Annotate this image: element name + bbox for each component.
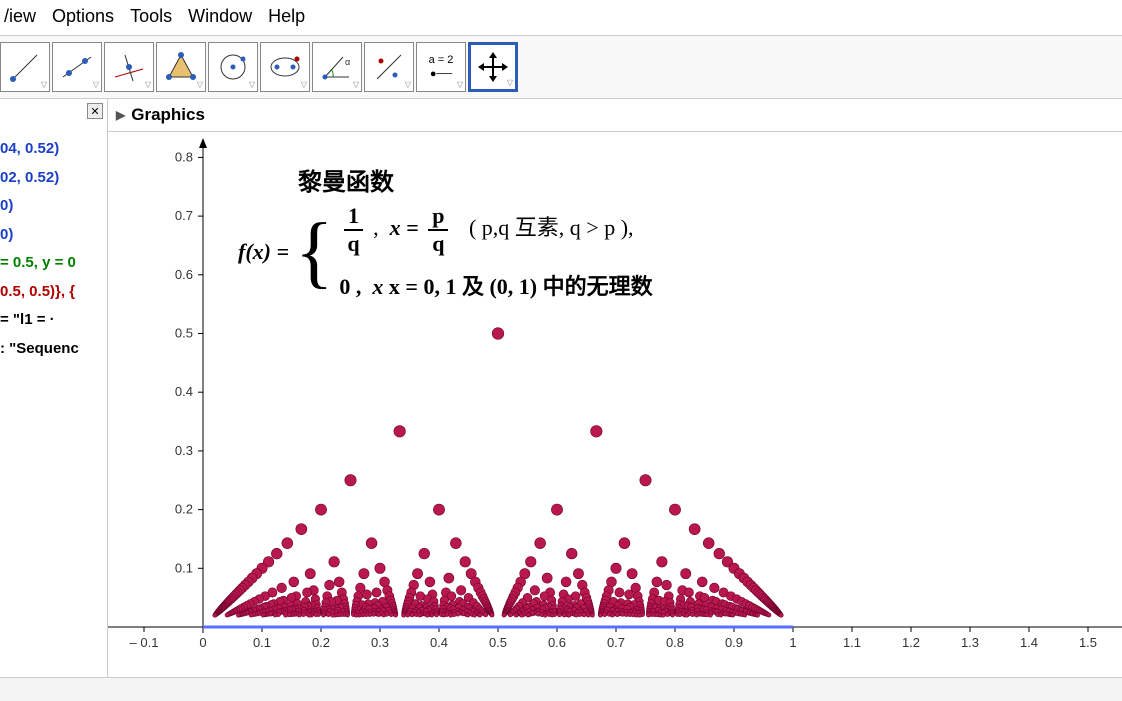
svg-text:1.4: 1.4 <box>1020 635 1038 650</box>
svg-text:0.5: 0.5 <box>489 635 507 650</box>
svg-text:0.1: 0.1 <box>253 635 271 650</box>
ellipse-tool[interactable]: ▽ <box>260 42 310 92</box>
angle-icon: α <box>319 49 355 85</box>
polygon-tool[interactable]: ▽ <box>156 42 206 92</box>
svg-text:0.7: 0.7 <box>175 208 193 223</box>
algebra-item[interactable]: 0) <box>0 221 107 250</box>
svg-text:0.3: 0.3 <box>175 443 193 458</box>
svg-text:α: α <box>345 57 350 67</box>
ellipse-icon <box>267 49 303 85</box>
move-graphics-tool[interactable]: ▽ <box>468 42 518 92</box>
algebra-item[interactable]: = "l1 = · <box>0 306 107 335</box>
menu-options[interactable]: Options <box>48 4 118 29</box>
algebra-item[interactable]: : "Sequenc <box>0 335 107 364</box>
perpendicular-tool[interactable]: ▽ <box>104 42 154 92</box>
menu-help[interactable]: Help <box>264 4 309 29</box>
polygon-icon <box>163 49 199 85</box>
status-bar <box>0 677 1122 701</box>
move-graphics-icon <box>478 52 508 82</box>
menu-window[interactable]: Window <box>184 4 256 29</box>
graphics-panel: ▶ Graphics – 0.1 0 0.1 0.2 0.3 0.4 0.5 0.6 0.7 0.… <box>108 99 1122 700</box>
svg-text:1: 1 <box>789 635 796 650</box>
svg-text:0.2: 0.2 <box>175 502 193 517</box>
menu-bar: /iew Options Tools Window Help <box>0 0 1122 36</box>
svg-text:0.8: 0.8 <box>666 635 684 650</box>
line-tool[interactable]: ▽ <box>52 42 102 92</box>
workspace: ✕ 04, 0.52) 02, 0.52) 0) 0) = 0.5, y = 0… <box>0 99 1122 700</box>
slider-tool[interactable]: a = 2 ●── ▽ <box>416 42 466 92</box>
svg-text:0.4: 0.4 <box>175 384 193 399</box>
perpendicular-icon <box>111 49 147 85</box>
svg-text:0.6: 0.6 <box>548 635 566 650</box>
svg-text:1.5: 1.5 <box>1079 635 1097 650</box>
algebra-item[interactable]: 04, 0.52) <box>0 135 107 164</box>
svg-text:0.3: 0.3 <box>371 635 389 650</box>
svg-text:0.6: 0.6 <box>175 267 193 282</box>
graphics-title: Graphics <box>131 105 205 125</box>
angle-tool[interactable]: α▽ <box>312 42 362 92</box>
algebra-item[interactable]: 0.5, 0.5)}, { <box>0 278 107 307</box>
formula-label: 黎曼函数 f(x) = { 1q , x = pq ( p,q 互素, q > … <box>238 162 653 301</box>
close-icon: ✕ <box>90 105 99 118</box>
graphics-canvas[interactable]: – 0.1 0 0.1 0.2 0.3 0.4 0.5 0.6 0.7 0.8 0.9 1 1.1 1.2… <box>108 132 1122 700</box>
slider-icon: a = 2 ●── <box>429 54 454 80</box>
algebra-item[interactable]: 0) <box>0 192 107 221</box>
reflect-icon <box>371 49 407 85</box>
svg-text:0: 0 <box>199 635 206 650</box>
svg-text:1.1: 1.1 <box>843 635 861 650</box>
algebra-item[interactable]: = 0.5, y = 0 <box>0 249 107 278</box>
svg-text:– 0.1: – 0.1 <box>130 635 159 650</box>
circle-tool[interactable]: ▽ <box>208 42 258 92</box>
menu-tools[interactable]: Tools <box>126 4 176 29</box>
svg-text:0.1: 0.1 <box>175 560 193 575</box>
algebra-panel: ✕ 04, 0.52) 02, 0.52) 0) 0) = 0.5, y = 0… <box>0 99 108 700</box>
algebra-item[interactable]: 02, 0.52) <box>0 164 107 193</box>
toolbar: ▽ ▽ ▽ ▽ ▽ ▽ α▽ ▽ a = 2 ●── ▽ ▽ <box>0 36 1122 99</box>
close-panel-button[interactable]: ✕ <box>87 103 103 119</box>
line-icon <box>59 49 95 85</box>
svg-text:0.2: 0.2 <box>312 635 330 650</box>
svg-text:0.4: 0.4 <box>430 635 448 650</box>
svg-text:1.2: 1.2 <box>902 635 920 650</box>
svg-text:0.5: 0.5 <box>175 326 193 341</box>
svg-text:0.9: 0.9 <box>725 635 743 650</box>
graphics-header[interactable]: ▶ Graphics <box>108 99 1122 132</box>
algebra-items: 04, 0.52) 02, 0.52) 0) 0) = 0.5, y = 0 0… <box>0 99 107 363</box>
expand-triangle-icon: ▶ <box>116 108 125 122</box>
svg-text:1.3: 1.3 <box>961 635 979 650</box>
reflect-tool[interactable]: ▽ <box>364 42 414 92</box>
move-icon <box>7 49 43 85</box>
move-tool[interactable]: ▽ <box>0 42 50 92</box>
svg-text:0.7: 0.7 <box>607 635 625 650</box>
circle-icon <box>215 49 251 85</box>
svg-text:0.8: 0.8 <box>175 149 193 164</box>
menu-view[interactable]: /iew <box>0 4 40 29</box>
